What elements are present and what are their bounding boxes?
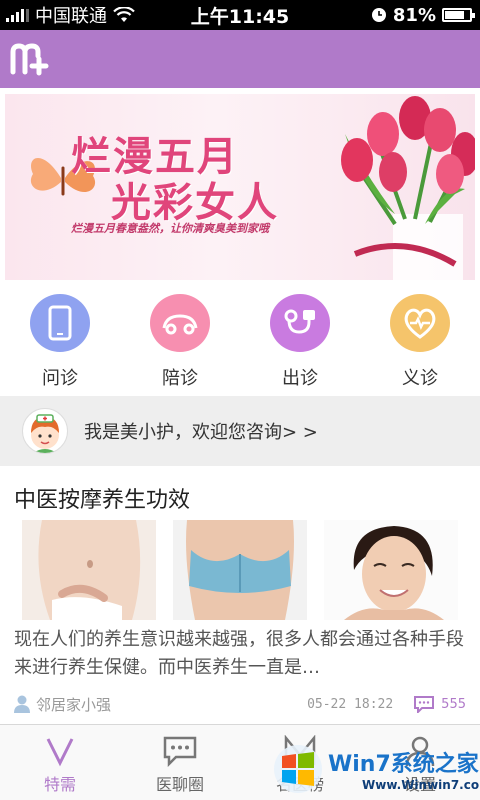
- service-label: 陪诊: [162, 368, 198, 389]
- v-icon: [46, 738, 74, 767]
- tab-special-needs[interactable]: 特需: [0, 725, 120, 800]
- service-item-visit[interactable]: 出诊: [240, 290, 360, 390]
- bottom-tab-bar: 特需 医聊圈 名医榜 设置: [0, 724, 480, 800]
- service-grid: 问诊 陪诊 出诊 义诊: [0, 290, 480, 390]
- service-label: 义诊: [402, 368, 438, 389]
- person-icon: [405, 736, 435, 767]
- heart-pulse-icon[interactable]: [390, 294, 450, 352]
- article-timestamp: 05-22 18:22: [307, 696, 394, 712]
- comment-count-button[interactable]: 555: [413, 695, 466, 713]
- tulip-bouquet-image: [341, 96, 475, 280]
- tab-label: 特需: [43, 775, 76, 794]
- comment-icon: [414, 696, 435, 713]
- phone-icon[interactable]: [30, 294, 90, 352]
- signal-icon: [6, 8, 29, 22]
- tab-settings[interactable]: 设置: [360, 725, 480, 800]
- assistant-welcome-text: 我是美小护，欢迎您咨询> >: [84, 422, 318, 443]
- tab-doctor-chat[interactable]: 医聊圈: [120, 725, 240, 800]
- battery-percent: 81%: [392, 4, 436, 26]
- service-label: 问诊: [42, 368, 78, 389]
- banner-subtitle: 烂漫五月春意盎然，让你清爽臭美到家哦: [71, 222, 269, 235]
- app-logo-icon[interactable]: [10, 42, 50, 76]
- chat-icon: [163, 736, 197, 767]
- article-title[interactable]: 中医按摩养生功效: [14, 482, 190, 514]
- m-icon: [284, 735, 316, 765]
- status-bar: 中国联通 上午11:45 81%: [0, 0, 480, 30]
- tab-label: 医聊圈: [155, 775, 204, 794]
- article-thumbnail[interactable]: [173, 520, 307, 620]
- wifi-icon: [113, 7, 135, 22]
- comment-count: 555: [441, 696, 466, 712]
- car-icon[interactable]: [150, 294, 210, 352]
- battery-icon: [442, 8, 475, 22]
- article-thumbnail[interactable]: [22, 520, 156, 620]
- article-thumbnail[interactable]: [324, 520, 458, 620]
- tab-label: 名医榜: [275, 775, 324, 794]
- tab-label: 设置: [403, 775, 436, 794]
- nurse-avatar: [22, 408, 68, 454]
- app-header: [0, 30, 480, 88]
- article-author[interactable]: 邻居家小强: [36, 694, 111, 715]
- alarm-icon: [371, 8, 386, 22]
- user-icon: [14, 695, 30, 713]
- service-item-accompany[interactable]: 陪诊: [120, 290, 240, 390]
- article-summary: 现在人们的养生意识越来越强，很多人都会通过各种手段来进行养生保健。而中医养生一直…: [14, 629, 464, 678]
- tab-top-doctors[interactable]: 名医榜: [240, 725, 360, 800]
- carrier-name: 中国联通: [35, 6, 107, 27]
- article-meta: 邻居家小强 05-22 18:22 555: [14, 692, 466, 716]
- promo-banner[interactable]: 烂漫五月 光彩女人 烂漫五月春意盎然，让你清爽臭美到家哦: [5, 94, 475, 280]
- medical-plug-icon[interactable]: [270, 294, 330, 352]
- service-item-free-clinic[interactable]: 义诊: [360, 290, 480, 390]
- article-thumbnails[interactable]: [22, 520, 458, 620]
- service-label: 出诊: [282, 368, 318, 389]
- service-item-consult[interactable]: 问诊: [0, 290, 120, 390]
- assistant-consult-banner[interactable]: 我是美小护，欢迎您咨询> >: [0, 396, 480, 466]
- clock: 上午11:45: [190, 5, 290, 28]
